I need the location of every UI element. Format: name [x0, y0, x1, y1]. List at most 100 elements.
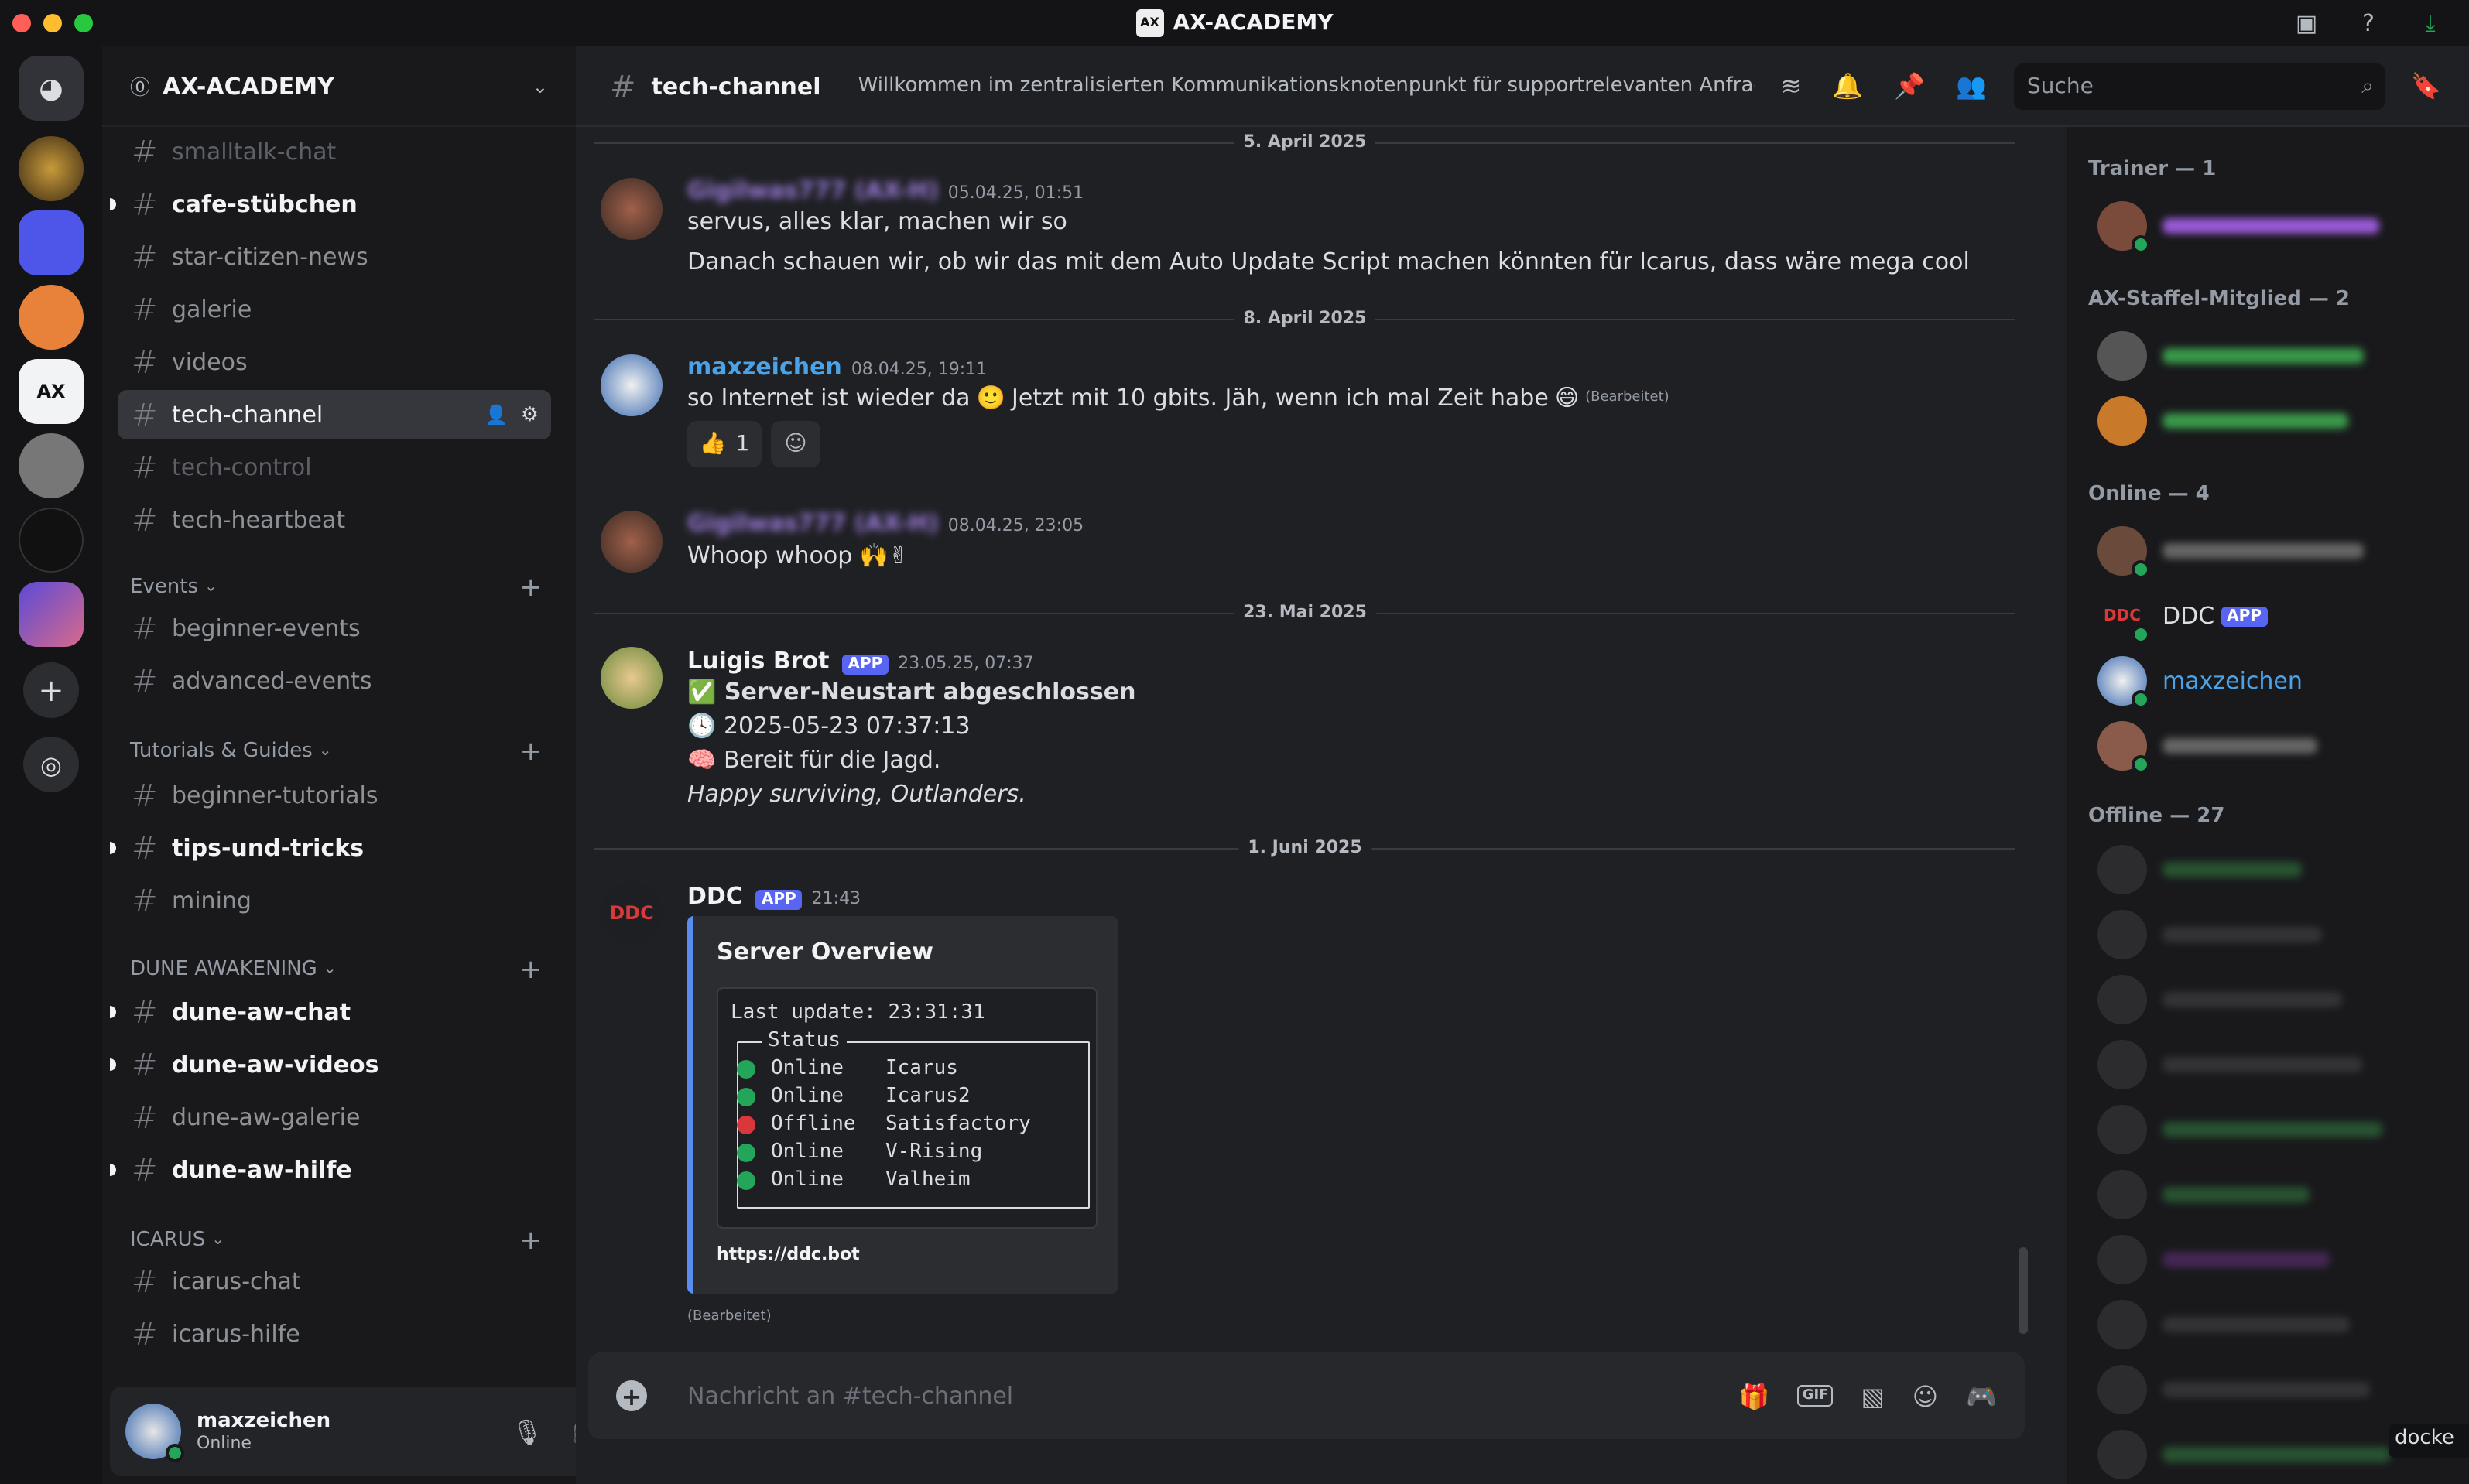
maximize-window-button[interactable] [74, 14, 93, 32]
channel-tips-und-tricks[interactable]: # tips-und-tricks [110, 823, 551, 873]
member-item-maxzeichen[interactable]: maxzeichen [2097, 650, 2303, 712]
channel-galerie[interactable]: # galerie [118, 285, 551, 334]
download-icon[interactable]: ⤓ [2413, 6, 2447, 40]
channel-beginner-events[interactable]: # beginner-events [118, 604, 551, 653]
channel-dune-aw-galerie[interactable]: # dune-aw-galerie [118, 1092, 551, 1142]
server-state: Online [771, 1057, 844, 1080]
add-channel-icon[interactable]: + [520, 1225, 543, 1256]
gift-icon[interactable]: 🎁 [1739, 1381, 1770, 1410]
date-separator: 5. April 2025 [594, 132, 2015, 152]
avatar[interactable]: DDC [601, 882, 663, 944]
channel-tech-heartbeat[interactable]: # tech-heartbeat [118, 495, 551, 545]
member-item[interactable] [2097, 715, 2317, 777]
member-item-offline[interactable] [2097, 904, 2322, 966]
member-item-offline[interactable] [2097, 969, 2342, 1031]
member-item[interactable] [2097, 390, 2348, 452]
channel-smalltalk-chat[interactable]: # smalltalk-chat [118, 127, 551, 176]
search-input[interactable]: Suche ⌕ [2014, 63, 2386, 109]
online-status-icon [166, 1444, 184, 1462]
emoji-icon[interactable]: ☺ [1913, 1381, 1938, 1410]
member-item-ddc[interactable]: DDC DDC APP [2097, 585, 2268, 647]
message-author[interactable]: Gigilwas777 (AX-H) [687, 509, 939, 537]
add-channel-icon[interactable]: + [520, 736, 543, 767]
channel-dune-aw-chat[interactable]: # dune-aw-chat [110, 987, 551, 1037]
server-header[interactable]: ⓪ AX-ACADEMY ⌄ [102, 46, 576, 127]
channel-mining[interactable]: # mining [118, 876, 551, 925]
add-reaction-icon[interactable]: ☺ [771, 421, 820, 467]
channel-dune-aw-videos[interactable]: # dune-aw-videos [110, 1040, 551, 1089]
add-server-icon[interactable]: + [23, 662, 79, 718]
minimize-window-button[interactable] [43, 14, 62, 32]
member-item-offline[interactable] [2097, 1034, 2362, 1096]
server-icon[interactable] [19, 285, 84, 350]
channel-icarus-hilfe[interactable]: # icarus-hilfe [118, 1309, 551, 1359]
member-item-offline[interactable] [2097, 1294, 2350, 1356]
message-text: servus, alles klar, machen wir so [687, 207, 1067, 235]
avatar[interactable] [601, 354, 663, 416]
channel-videos[interactable]: # videos [118, 337, 551, 387]
member-item[interactable] [2097, 520, 2364, 582]
channel-dune-aw-hilfe[interactable]: # dune-aw-hilfe [110, 1145, 551, 1195]
channel-advanced-events[interactable]: # advanced-events [118, 656, 551, 706]
close-window-button[interactable] [12, 14, 31, 32]
member-item-offline[interactable] [2097, 1099, 2382, 1161]
category-tutorials[interactable]: Tutorials & Guides ⌄ + [130, 736, 563, 767]
pin-icon[interactable]: 📌 [1894, 71, 1925, 101]
chat-scrollbar[interactable] [2019, 1247, 2028, 1334]
add-channel-icon[interactable]: + [520, 954, 543, 985]
member-item-offline[interactable] [2097, 1164, 2310, 1226]
member-list-icon[interactable]: 👥 [1956, 71, 1987, 101]
server-icon[interactable] [19, 136, 84, 201]
channel-tech-control[interactable]: # tech-control [118, 443, 551, 492]
message-author[interactable]: Gigilwas777 (AX-H) [687, 176, 939, 204]
embed-link[interactable]: https://ddc.bot [717, 1244, 860, 1264]
member-item-offline[interactable] [2097, 1229, 2330, 1291]
member-item-offline[interactable] [2097, 839, 2302, 901]
member-item-offline[interactable] [2097, 1424, 2390, 1484]
server-icon[interactable] [19, 582, 84, 647]
category-events[interactable]: Events ⌄ + [130, 572, 563, 603]
member-item-offline[interactable] [2097, 1359, 2370, 1421]
avatar[interactable] [125, 1404, 184, 1462]
gamepad-icon[interactable]: 🎮 [1966, 1381, 1997, 1410]
member-item[interactable] [2097, 325, 2364, 387]
message-input[interactable]: Nachricht an #tech-channel [687, 1382, 1711, 1410]
bookmark-icon[interactable]: 🔖 [2411, 71, 2442, 101]
avatar[interactable] [601, 178, 663, 240]
channel-star-citizen-news[interactable]: # star-citizen-news [118, 232, 551, 282]
avatar[interactable] [601, 647, 663, 709]
channel-icarus-chat[interactable]: # icarus-chat [118, 1257, 551, 1306]
member-name-blurred [2163, 218, 2379, 234]
bell-icon[interactable]: 🔔 [1832, 71, 1863, 101]
thumbs-up-icon: 👍 [699, 432, 727, 456]
gif-icon[interactable]: GIF [1797, 1385, 1834, 1407]
ax-academy-server-icon[interactable]: AX [19, 359, 84, 424]
add-channel-icon[interactable]: + [520, 572, 543, 603]
message-author[interactable]: DDC [687, 882, 743, 910]
microphone-icon[interactable]: 🎙 [512, 1417, 543, 1446]
channel-topic[interactable]: Willkommen im zentralisierten Kommunikat… [858, 74, 1756, 97]
help-icon[interactable]: ? [2351, 6, 2385, 40]
server-icon[interactable] [19, 433, 84, 498]
settings-icon[interactable]: ⚙ [521, 403, 539, 426]
sticker-icon[interactable]: ▧ [1861, 1381, 1885, 1410]
discover-icon[interactable]: ◎ [23, 737, 79, 792]
message-author[interactable]: Luigis Brot [687, 647, 829, 675]
server-icon[interactable] [19, 210, 84, 275]
category-icarus[interactable]: ICARUS ⌄ + [130, 1225, 563, 1256]
channel-beginner-tutorials[interactable]: # beginner-tutorials [118, 771, 551, 820]
avatar[interactable] [601, 511, 663, 573]
inbox-icon[interactable]: ▣ [2289, 6, 2323, 40]
message-author[interactable]: maxzeichen [687, 353, 842, 381]
channel-tech-channel[interactable]: # tech-channel ⚙ 👤 [118, 390, 551, 439]
member-item[interactable] [2097, 195, 2379, 257]
channel-cafe-stubchen[interactable]: # cafe-stübchen [110, 180, 551, 229]
discord-home-icon[interactable]: ◕ [19, 56, 84, 121]
upload-plus-icon[interactable]: + [616, 1380, 647, 1411]
invite-icon[interactable]: 👤 [485, 404, 508, 426]
reaction-thumbs-up[interactable]: 👍 1 [687, 421, 762, 467]
server-icon[interactable] [19, 508, 84, 573]
threads-icon[interactable]: ≋ [1781, 71, 1802, 101]
member-name-blurred [2163, 738, 2317, 754]
category-dune-awakening[interactable]: DUNE AWAKENING ⌄ + [130, 954, 563, 985]
